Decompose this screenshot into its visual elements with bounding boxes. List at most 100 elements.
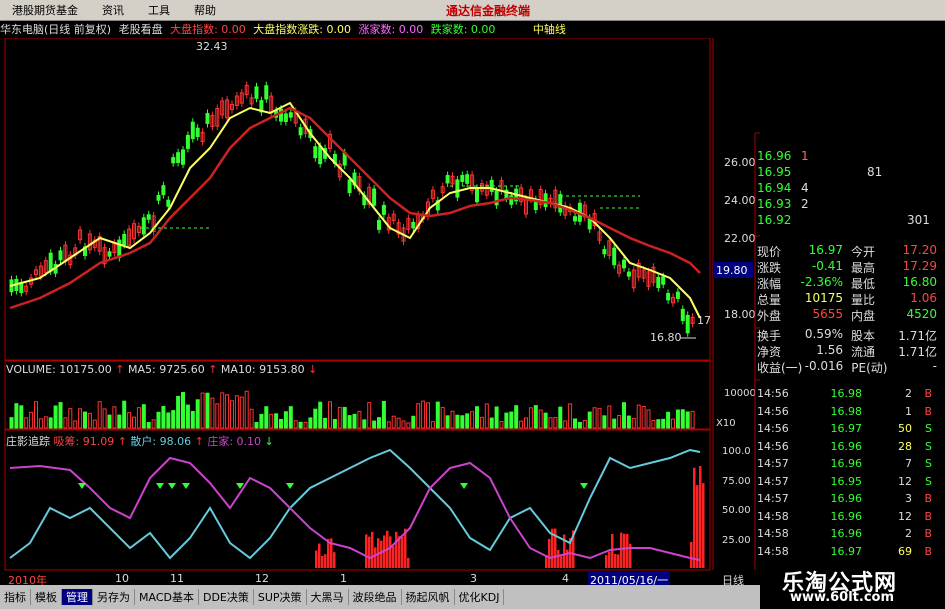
tick-price: 16.97 <box>830 544 863 558</box>
volume-bar <box>19 405 24 429</box>
indicator-bar <box>401 536 404 568</box>
indicator-l2: 散户: 98.06 <box>130 435 192 448</box>
menu-item-news[interactable]: 资讯 <box>90 2 136 18</box>
volume-bar <box>34 401 38 429</box>
volume-bar <box>73 420 78 429</box>
tick-dir: S <box>925 439 932 453</box>
indicator-bar <box>611 534 614 568</box>
tab-dde[interactable]: DDE决策 <box>199 589 254 605</box>
volume-bar <box>524 417 528 429</box>
tick-price: 16.96 <box>830 527 863 541</box>
date-11: 11 <box>170 572 184 585</box>
indicator-bar <box>557 550 560 568</box>
candle-body <box>626 271 631 277</box>
order-vol: 4 <box>801 181 809 195</box>
candle-body <box>283 113 288 122</box>
indicator-cyan-line <box>9 448 701 560</box>
tick-vol: 2 <box>905 527 912 541</box>
stat-row: 现价 16.97 今开 17.20 <box>757 243 937 259</box>
tab-sup[interactable]: SUP决策 <box>254 589 307 605</box>
candle-body <box>465 174 470 184</box>
order-vol: 2 <box>801 197 809 211</box>
stat-label: 外盘 <box>757 309 782 323</box>
volume-bar <box>87 412 92 429</box>
stat-row: 总量 10175 量比 1.06 <box>757 291 937 307</box>
volume-bar <box>504 412 509 429</box>
stat-value: 1.71亿 <box>898 329 937 343</box>
volume-ma10: MA10: 9153.80 <box>220 363 305 376</box>
menu-item-tools[interactable]: 工具 <box>136 2 182 18</box>
candlesticks <box>9 81 695 337</box>
tab-wave[interactable]: 波段绝品 <box>349 589 402 605</box>
volume-bar <box>161 405 166 429</box>
price-tick-22: 22.00 <box>724 232 756 245</box>
candle-body <box>205 113 210 124</box>
indicator-bar <box>623 533 626 568</box>
tick-row: 14:58 16.96 2 B <box>757 525 937 543</box>
indicator-bar <box>389 536 392 568</box>
volume-bar <box>612 418 617 429</box>
stat-label: 流通 <box>851 345 876 359</box>
volume-bar <box>112 406 117 429</box>
volume-bar <box>558 406 563 429</box>
main-chart[interactable]: 26.00 24.00 22.00 18.00 19.80 17 32.43 1… <box>0 38 760 578</box>
price-tick-26: 26.00 <box>724 156 756 169</box>
volume-bar <box>127 412 132 429</box>
tick-time: 14:56 <box>757 387 789 401</box>
stat-value: 17.20 <box>902 243 937 257</box>
volume-bar <box>592 407 597 429</box>
volume-bar <box>519 420 524 429</box>
stat-label: 总量 <box>757 293 782 307</box>
candle-body <box>445 175 450 184</box>
tick-time: 14:58 <box>757 509 789 523</box>
volume-bar <box>563 420 568 429</box>
template-name[interactable]: 老股看盘 <box>119 23 163 36</box>
tab-dark-horse[interactable]: 大黑马 <box>307 589 349 605</box>
indicator-bar <box>566 549 569 568</box>
candle-body <box>612 247 617 266</box>
tick-dir: B <box>924 509 932 523</box>
stat-label: 最高 <box>851 261 876 275</box>
tab-kdj[interactable]: 优化KDJ <box>455 589 505 605</box>
volume-bar <box>401 420 406 429</box>
volume-bar <box>200 392 205 429</box>
volume-bar <box>484 403 489 429</box>
order-vol: 301 <box>907 213 930 227</box>
volume-bar <box>283 411 288 429</box>
volume-header: VOLUME: 10175.00 ↑ MA5: 9725.60 ↑ MA10: … <box>6 363 318 376</box>
volume-bar <box>367 402 372 429</box>
volume-bar <box>386 421 391 429</box>
volume-bar <box>151 419 156 429</box>
tab-save-as[interactable]: 另存为 <box>93 589 135 605</box>
axis-line-label: 中轴线 <box>532 23 566 36</box>
candle-body <box>156 195 161 201</box>
tab-sail[interactable]: 扬起风帆 <box>402 589 455 605</box>
order-price: 16.92 <box>757 213 792 227</box>
candle-body <box>288 112 293 118</box>
candle-body <box>573 216 577 222</box>
tab-macd[interactable]: MACD基本 <box>135 589 199 605</box>
tab-templates[interactable]: 模板 <box>31 589 62 605</box>
menu-item-futures[interactable]: 港股期货基金 <box>0 2 90 18</box>
date-10: 10 <box>115 572 129 585</box>
tick-price: 16.96 <box>830 492 863 506</box>
volume-bar <box>381 400 386 429</box>
stat-value: 10175 <box>804 291 843 305</box>
indicator-bar <box>690 541 693 568</box>
indicator-name[interactable]: 庄影追踪 <box>6 435 50 448</box>
volume-bar <box>680 409 685 429</box>
stat-value: 1.71亿 <box>898 345 937 359</box>
volume-bar <box>450 410 455 429</box>
tab-manage[interactable]: 管理 <box>62 589 93 605</box>
volume-bars <box>9 390 695 429</box>
volume-bar <box>416 403 421 429</box>
stat-label: 净资 <box>757 345 782 359</box>
volume-bar <box>362 419 367 429</box>
candle-body <box>455 179 460 198</box>
tab-indicators[interactable]: 指标 <box>0 589 31 605</box>
menu-item-help[interactable]: 帮助 <box>182 2 228 18</box>
current-price-label: 19.80 <box>716 264 748 277</box>
volume-bar <box>607 405 612 429</box>
stat-label: 涨跌 <box>757 261 782 275</box>
indicator-bar <box>315 550 318 568</box>
